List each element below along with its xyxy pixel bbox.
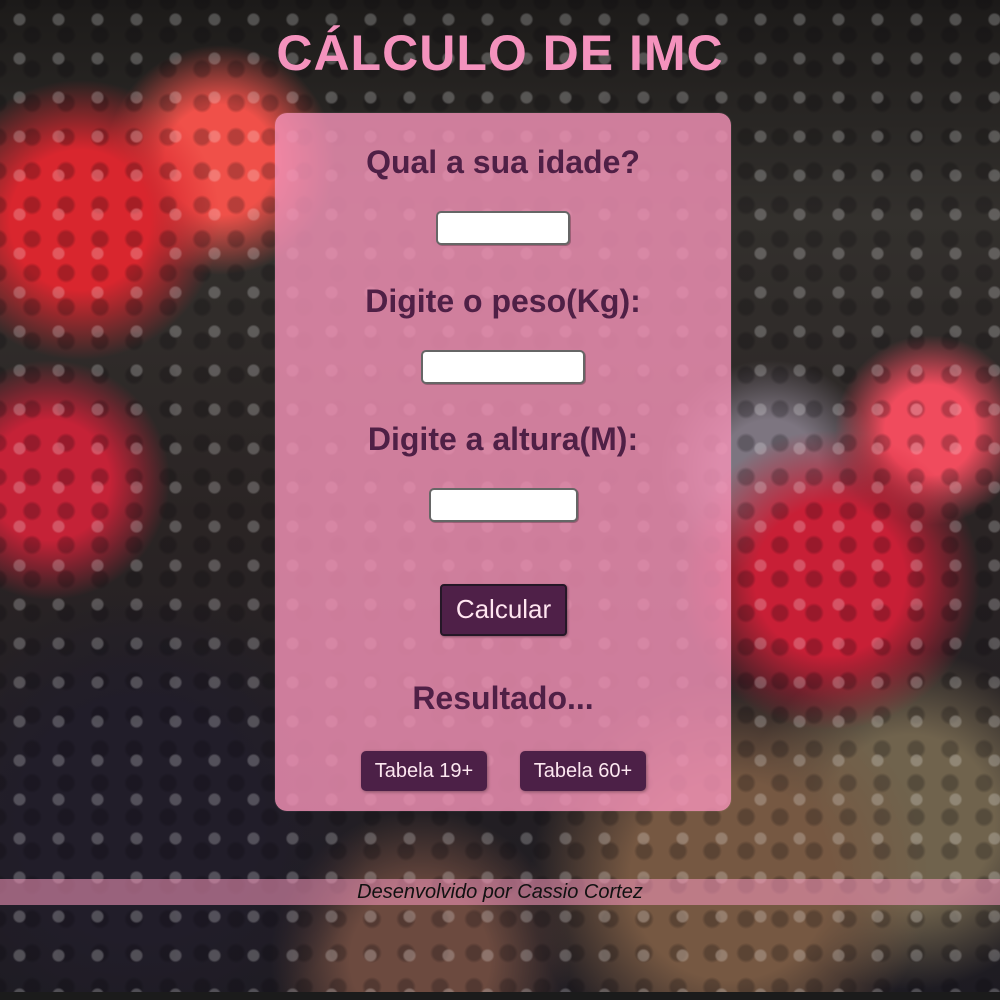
age-input[interactable]	[436, 211, 570, 245]
footer-credit: Desenvolvido por Cassio Cortez	[0, 879, 1000, 905]
result-text: Resultado...	[412, 680, 594, 716]
page-title: CÁLCULO DE IMC	[276, 25, 724, 81]
window-bottom-bar	[0, 992, 1000, 1000]
imc-form-card: Qual a sua idade? Digite o peso(Kg): Dig…	[275, 113, 731, 811]
calculate-button[interactable]: Calcular	[440, 584, 567, 636]
weight-input[interactable]	[421, 350, 585, 384]
weight-label: Digite o peso(Kg):	[365, 283, 641, 319]
page: CÁLCULO DE IMC Qual a sua idade? Digite …	[0, 0, 1000, 1000]
height-label: Digite a altura(M):	[367, 421, 639, 457]
table-19-button[interactable]: Tabela 19+	[361, 751, 487, 791]
table-60-button[interactable]: Tabela 60+	[520, 751, 646, 791]
height-input[interactable]	[429, 488, 578, 522]
age-label: Qual a sua idade?	[366, 144, 640, 180]
